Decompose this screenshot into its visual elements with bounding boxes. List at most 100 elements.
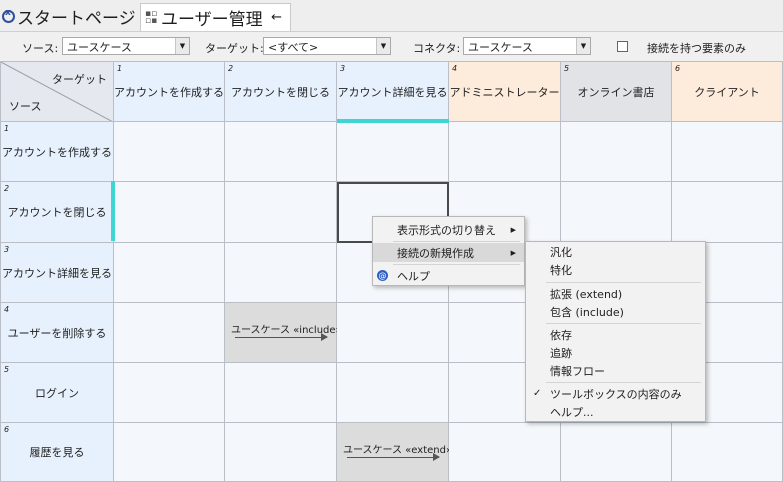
column-header[interactable]: 3 アカウント詳細を見る (337, 61, 449, 122)
chevron-right-icon: ▶ (510, 248, 516, 257)
menu-item-label: ツールボックスの内容のみ (550, 387, 682, 401)
matrix-cell[interactable] (337, 122, 449, 182)
menu-item-label: 包含 (include) (550, 305, 624, 319)
row-label: 履歴を見る (29, 446, 85, 459)
matrix-cell[interactable] (449, 122, 561, 182)
relationship-cell[interactable]: ユースケース «include» (225, 303, 342, 363)
menu-item-information-flow[interactable]: 情報フロー (526, 361, 705, 380)
column-header[interactable]: 5 オンライン書店 (561, 61, 672, 122)
column-label: アカウントを閉じる (231, 85, 330, 99)
connector-select[interactable]: ユースケース ▼ (463, 37, 591, 55)
column-header[interactable]: 1 アカウントを作成する (114, 61, 225, 122)
matrix-cell[interactable] (114, 182, 225, 243)
matrix-cell[interactable] (114, 303, 225, 363)
only-connected-label: 接続を持つ要素のみ (647, 42, 746, 55)
menu-item-toolbox-only[interactable]: ✓ ツールボックスの内容のみ (526, 384, 705, 403)
target-select-value: <すべて> (268, 41, 319, 54)
matrix-cell[interactable] (672, 122, 783, 182)
row-number: 5 (4, 365, 10, 374)
pin-arrow-icon[interactable]: ← (271, 10, 282, 25)
matrix-cell[interactable] (337, 303, 449, 363)
matrix-cell[interactable] (225, 243, 337, 303)
menu-item-new-connection[interactable]: 接続の新規作成 ▶ (373, 243, 524, 262)
target-select[interactable]: <すべて> ▼ (263, 37, 391, 55)
menu-item-help[interactable]: @ ヘルプ (373, 266, 524, 285)
menu-item-help[interactable]: ヘルプ... (526, 402, 705, 421)
source-select-value: ユースケース (67, 41, 132, 54)
row-number: 1 (4, 124, 10, 133)
row-label: アカウントを作成する (2, 145, 112, 159)
matrix-cell[interactable] (225, 363, 337, 423)
matrix-cell[interactable] (561, 182, 672, 243)
menu-item-trace[interactable]: 追跡 (526, 343, 705, 362)
tab-label: スタートページ (17, 9, 136, 29)
menu-item-extend[interactable]: 拡張 (extend) (526, 284, 705, 303)
relationship-cell[interactable]: ユースケース «extend» (337, 423, 452, 482)
menu-item-label: ヘルプ... (550, 405, 594, 419)
matrix-cell[interactable] (672, 182, 783, 243)
menu-item-label: 表示形式の切り替え (397, 223, 496, 237)
menu-item-label: 追跡 (550, 346, 572, 360)
corner-target-label: ターゲット (52, 73, 107, 86)
menu-item-dependency[interactable]: 依存 (526, 325, 705, 344)
matrix-cell[interactable] (114, 423, 225, 482)
checkmark-icon: ✓ (533, 388, 542, 399)
menu-separator (546, 382, 701, 383)
column-number: 1 (117, 64, 123, 73)
tab-start-page[interactable]: スタートページ (2, 3, 138, 30)
chevron-right-icon: ▶ (510, 225, 516, 234)
row-header[interactable]: 3 アカウント詳細を見る (0, 243, 114, 303)
matrix-cell[interactable] (114, 122, 225, 182)
column-header[interactable]: 4 アドミニストレーター (449, 61, 561, 122)
column-label: アカウントを作成する (114, 85, 224, 99)
row-header[interactable]: 5 ログイン (0, 363, 114, 423)
column-label: クライアント (694, 85, 760, 99)
row-header[interactable]: 1 アカウントを作成する (0, 122, 114, 182)
menu-item-label: 情報フロー (550, 364, 605, 378)
row-header[interactable]: 6 履歴を見る (0, 423, 114, 482)
matrix-corner: ターゲット ソース (0, 61, 114, 122)
column-label: アドミニストレーター (449, 85, 560, 99)
connector-label: コネクタ: (413, 42, 461, 55)
menu-item-include[interactable]: 包含 (include) (526, 302, 705, 321)
matrix-cell[interactable] (114, 243, 225, 303)
row-number: 2 (4, 184, 10, 193)
arrow-icon (347, 453, 440, 461)
menu-item-label: 拡張 (extend) (550, 287, 623, 301)
column-number: 3 (340, 64, 346, 73)
matrix-cell[interactable] (225, 423, 337, 482)
row-header[interactable]: 2 アカウントを閉じる (0, 182, 114, 243)
chevron-down-icon: ▼ (576, 38, 590, 54)
matrix-cell[interactable] (672, 423, 783, 482)
row-label: ログイン (35, 386, 79, 400)
column-header[interactable]: 6 クライアント (672, 61, 783, 122)
matrix-toolbar: ソース: ユースケース ▼ ターゲット: <すべて> ▼ コネクタ: ユースケー… (0, 32, 783, 60)
tab-user-management[interactable]: ▪▫ ▫▪ ユーザー管理 ← (140, 3, 291, 31)
menu-item-specialization[interactable]: 特化 (526, 260, 705, 279)
matrix-cell[interactable] (114, 363, 225, 423)
matrix-cell[interactable] (225, 182, 337, 243)
start-page-icon (2, 8, 15, 23)
menu-item-generalization[interactable]: 汎化 (526, 242, 705, 261)
matrix-cell[interactable] (449, 423, 561, 482)
source-label: ソース: (22, 42, 59, 55)
row-highlight-bar (111, 181, 115, 241)
row-header[interactable]: 4 ユーザーを削除する (0, 303, 114, 363)
column-label: アカウント詳細を見る (337, 85, 448, 99)
column-highlight-bar (337, 119, 449, 123)
column-number: 4 (452, 64, 458, 73)
menu-item-label: 接続の新規作成 (397, 246, 474, 260)
menu-separator (546, 282, 701, 283)
only-connected-checkbox[interactable] (617, 41, 628, 52)
menu-item-label: 特化 (550, 263, 572, 277)
column-header[interactable]: 2 アカウントを閉じる (225, 61, 337, 122)
source-select[interactable]: ユースケース ▼ (62, 37, 190, 55)
menu-item-toggle-display[interactable]: 表示形式の切り替え ▶ (373, 220, 524, 239)
matrix-cell[interactable] (337, 363, 449, 423)
context-menu: 表示形式の切り替え ▶ 接続の新規作成 ▶ @ ヘルプ (372, 216, 525, 286)
matrix-cell[interactable] (561, 423, 672, 482)
target-label: ターゲット: (205, 42, 264, 55)
row-number: 4 (4, 305, 10, 314)
matrix-cell[interactable] (225, 122, 337, 182)
matrix-cell[interactable] (561, 122, 672, 182)
